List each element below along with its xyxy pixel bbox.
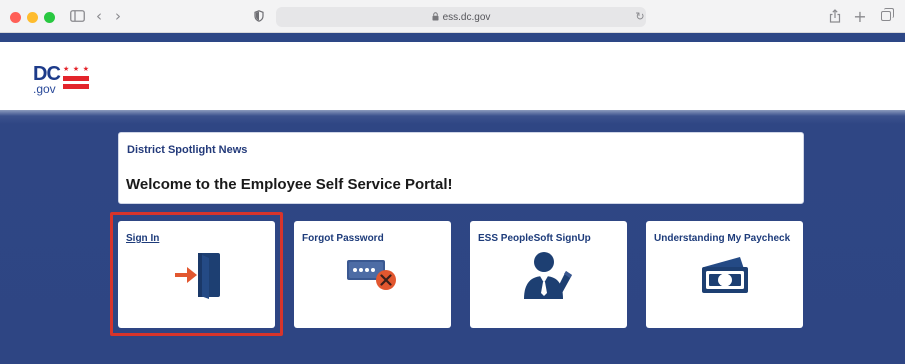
logo-stars-icon: ★ ★ ★	[63, 66, 89, 73]
lock-icon	[432, 11, 439, 23]
share-icon[interactable]	[828, 6, 842, 26]
address-bar[interactable]: ess.dc.gov	[276, 7, 646, 27]
logo-stripe	[63, 76, 89, 81]
password-field-error-icon	[346, 257, 402, 298]
ess-peoplesoft-signup-tile[interactable]: ESS PeopleSoft SignUp	[470, 221, 627, 328]
welcome-title: Welcome to the Employee Self Service Por…	[126, 176, 453, 193]
sidebar-icon[interactable]	[67, 6, 87, 26]
sign-in-highlight-box	[110, 212, 283, 336]
reload-icon[interactable]: ↻	[634, 6, 646, 26]
shield-icon[interactable]	[252, 6, 266, 26]
dc-gov-logo[interactable]: DC .gov ★ ★ ★	[33, 64, 91, 98]
window-minimize-button[interactable]	[27, 12, 38, 23]
understanding-my-paycheck-label[interactable]: Understanding My Paycheck	[654, 233, 790, 244]
plus-icon[interactable]: +	[853, 6, 867, 26]
site-header: DC .gov ★ ★ ★	[0, 42, 905, 110]
tabs-icon[interactable]	[879, 6, 894, 26]
url-text: ess.dc.gov	[442, 11, 491, 23]
news-label: District Spotlight News	[127, 144, 248, 156]
logo-dc-text: DC	[33, 63, 61, 85]
person-pen-icon	[522, 247, 578, 308]
forgot-password-tile[interactable]: Forgot Password	[294, 221, 451, 328]
understanding-my-paycheck-tile[interactable]: Understanding My Paycheck	[646, 221, 803, 328]
browser-toolbar: ‹ › ess.dc.gov ↻ +	[0, 0, 905, 33]
back-icon[interactable]: ‹	[93, 6, 105, 26]
forgot-password-label[interactable]: Forgot Password	[302, 233, 384, 244]
logo-gov-text: .gov	[33, 82, 56, 96]
forward-icon[interactable]: ›	[112, 6, 124, 26]
news-box: District Spotlight News Welcome to the E…	[118, 132, 804, 204]
window-close-button[interactable]	[10, 12, 21, 23]
window-maximize-button[interactable]	[44, 12, 55, 23]
logo-stripe	[63, 84, 89, 89]
top-stripe	[0, 33, 905, 42]
money-bill-icon	[698, 253, 754, 302]
ess-peoplesoft-signup-label[interactable]: ESS PeopleSoft SignUp	[478, 233, 591, 244]
